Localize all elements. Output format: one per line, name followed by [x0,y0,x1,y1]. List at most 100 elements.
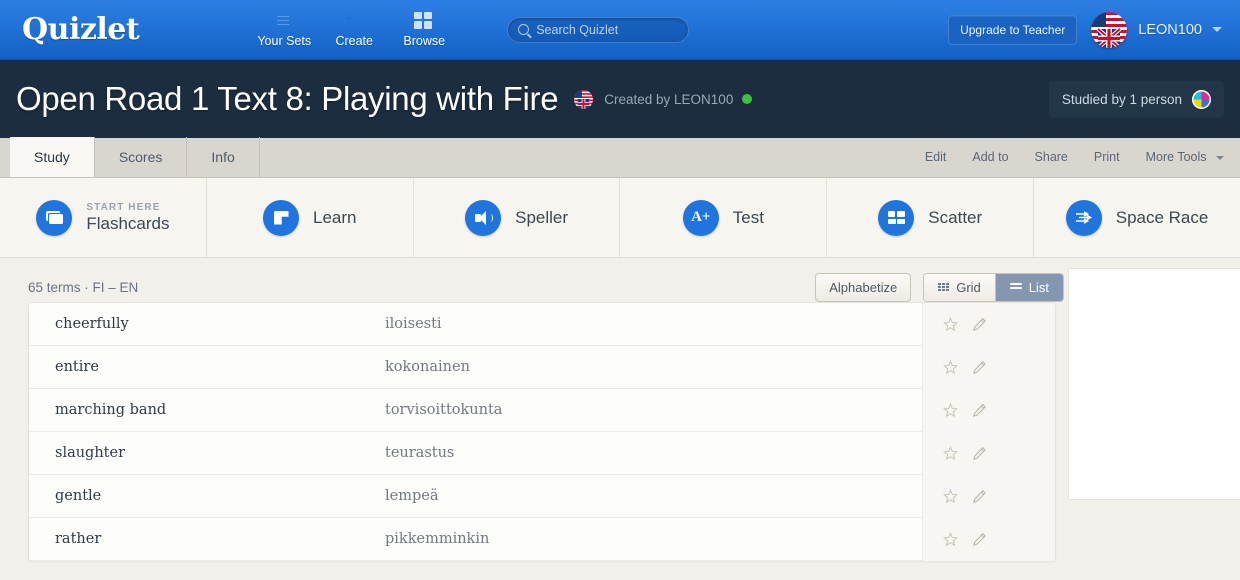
mode-test[interactable]: A+ Test [620,177,828,258]
tab-tools-group: Edit Add to Share Print More Tools [899,137,1224,177]
list-lines-icon [1009,283,1022,291]
share-button[interactable]: Share [1035,150,1068,164]
start-here-label: START HERE [86,201,161,213]
nav-item-your-sets[interactable]: Your Sets [249,0,319,60]
pencil-icon[interactable] [972,360,987,375]
star-outline-icon[interactable] [943,531,958,547]
search-box[interactable] [507,16,690,43]
edit-button[interactable]: Edit [925,150,947,164]
term-word: cheerfully [55,316,129,332]
term-word: entire [55,359,99,375]
row-actions [922,431,1055,475]
term-definition: pikkemminkin [385,531,490,547]
table-row[interactable]: marching band torvisoittokunta [29,388,1055,432]
term-definition: iloisesti [385,316,442,332]
status-badge[interactable]: Studied by 1 person [1048,80,1224,118]
grid-view-button[interactable]: Grid [924,273,996,301]
speaker-icon [465,199,502,236]
row-actions [922,517,1055,561]
mode-label-speller: Speller [515,207,569,227]
view-tools: Alphabetize Grid List [815,272,1064,302]
user-menu[interactable]: LEON100 [1138,22,1222,38]
row-actions [922,303,1055,346]
study-modes-bar: START HERE Flashcards Learn Speller A+ T… [0,177,1240,258]
mode-space-race[interactable]: Space Race [1034,178,1240,258]
more-tools-label: More Tools [1145,150,1207,164]
row-actions [922,388,1055,432]
flashcards-icon [36,199,73,236]
username-label: LEON100 [1138,21,1202,38]
grid-view-label: Grid [956,279,981,295]
alphabetize-button[interactable]: Alphabetize [815,272,912,302]
terms-list: cheerfully iloisesti entire kokonainen m… [28,302,1056,561]
chevron-down-icon [1216,155,1224,160]
flag-icon [574,89,594,109]
nav-label-create: Create [335,33,373,48]
table-row[interactable]: slaughter teurastus [29,431,1055,475]
star-outline-icon[interactable] [943,488,958,504]
star-outline-icon[interactable] [943,359,958,375]
mode-label-learn: Learn [313,207,357,227]
chevron-down-icon [1212,27,1222,33]
star-outline-icon[interactable] [943,445,958,461]
studied-by-label: Studied by 1 person [1061,91,1182,107]
term-definition: torvisoittokunta [385,402,503,418]
mode-flashcards[interactable]: START HERE Flashcards [0,177,207,258]
table-row[interactable]: rather pikkemminkin [29,517,1055,561]
create-icon [344,12,364,30]
table-row[interactable]: entire kokonainen [29,345,1055,389]
sidebar-panel [1068,268,1240,500]
row-actions [922,345,1055,389]
pencil-icon[interactable] [972,403,987,418]
term-word: slaughter [55,445,126,461]
quizlet-logo[interactable]: Quizlet [22,12,140,47]
tab-study[interactable]: Study [10,137,95,177]
mode-learn[interactable]: Learn [207,177,414,258]
list-view-button[interactable]: List [995,273,1063,301]
star-outline-icon[interactable] [943,402,958,418]
term-definition: kokonainen [385,359,470,375]
pencil-icon[interactable] [972,489,987,504]
mode-label-space-race: Space Race [1115,207,1209,227]
created-by-label: Created by LEON100 [604,91,734,107]
table-row[interactable]: gentle lempeä [29,474,1055,518]
grid-icon [414,11,434,30]
mode-scatter[interactable]: Scatter [827,177,1035,258]
table-row[interactable]: cheerfully iloisesti [29,303,1055,346]
nav-label-your-sets: Your Sets [257,33,312,48]
view-toggle-group: Grid List [923,272,1064,302]
grid-dots-icon [938,282,950,292]
mode-label-scatter: Scatter [928,207,983,227]
topnav-right-group: Upgrade to Teacher LEON100 [948,11,1222,48]
nav-item-create[interactable]: Create [319,0,389,60]
pencil-icon[interactable] [972,532,987,547]
nav-item-browse[interactable]: Browse [389,0,459,60]
tab-info[interactable]: Info [187,137,260,177]
star-outline-icon[interactable] [943,316,958,332]
search-input[interactable] [536,22,677,37]
term-definition: lempeä [385,488,439,504]
pencil-icon[interactable] [972,317,987,332]
search-icon [518,24,530,35]
mode-speller[interactable]: Speller [414,177,621,258]
set-title-bar: Open Road 1 Text 8: Playing with Fire Cr… [0,60,1240,138]
add-to-button[interactable]: Add to [972,150,1008,164]
mode-label-test: Test [732,207,764,227]
top-navigation-bar: Quizlet Your Sets Create Browse Upgrade … [0,0,1240,60]
online-dot-icon [742,94,753,104]
row-actions [922,474,1055,518]
space-race-icon [1065,199,1102,236]
pie-chart-icon [1192,89,1211,109]
a-plus-icon: A+ [682,199,719,236]
upgrade-to-teacher-button[interactable]: Upgrade to Teacher [948,14,1078,45]
term-word: rather [55,531,102,547]
term-definition: teurastus [385,445,455,461]
pencil-icon[interactable] [972,446,987,461]
avatar[interactable] [1091,11,1128,48]
tab-scores[interactable]: Scores [95,137,188,177]
list-header: 65 terms · FI – EN Alphabetize Grid List [0,258,1240,302]
term-word: marching band [55,402,167,418]
tab-group: Study Scores Info [10,137,260,177]
more-tools-button[interactable]: More Tools [1146,150,1224,164]
print-button[interactable]: Print [1094,150,1120,164]
